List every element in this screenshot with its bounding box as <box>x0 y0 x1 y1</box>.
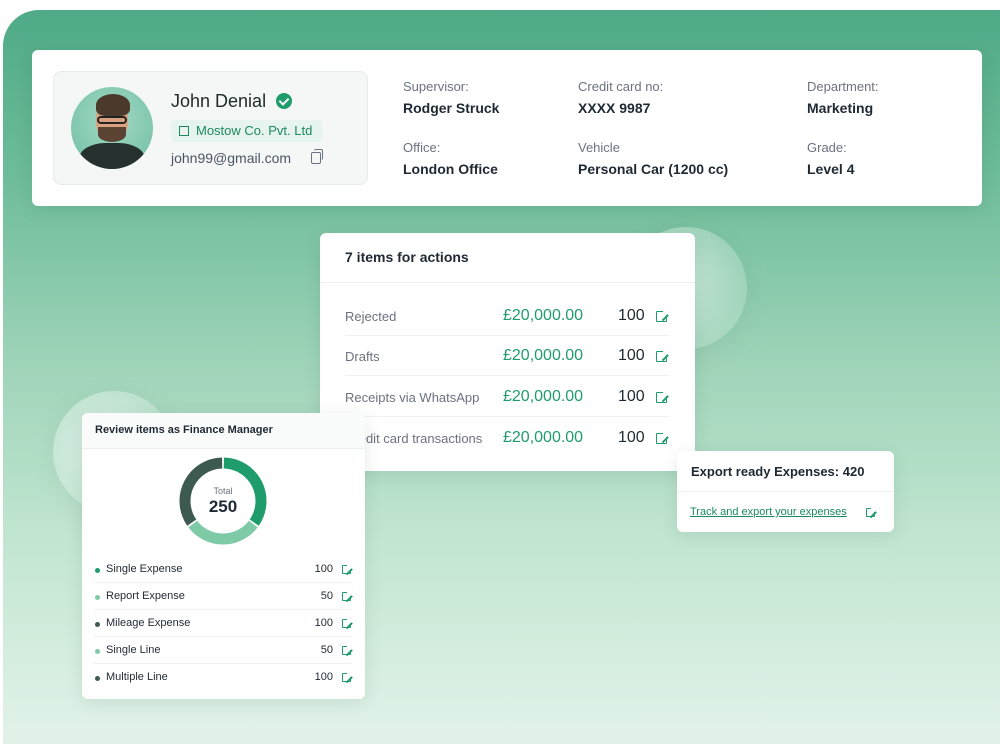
legend-dot <box>95 676 100 681</box>
user-name: John Denial <box>171 91 267 111</box>
external-link-icon[interactable] <box>342 617 353 628</box>
action-row-credit-card[interactable]: Credit card transactions £20,000.00 100 <box>345 418 669 458</box>
user-email: john99@gmail.com <box>171 150 292 166</box>
supervisor-field: Supervisor: Rodger Struck <box>403 79 499 116</box>
divider <box>677 491 894 492</box>
building-icon <box>179 126 189 136</box>
review-title: Review items as Finance Manager <box>82 413 365 449</box>
review-count: 100 <box>314 563 333 575</box>
field-value: Marketing <box>807 100 874 116</box>
avatar <box>71 87 153 169</box>
review-card: Review items as Finance Manager Total 25… <box>82 413 365 699</box>
action-amount: £20,000.00 <box>503 429 584 446</box>
external-link-icon[interactable] <box>342 590 353 601</box>
review-count: 50 <box>320 590 333 602</box>
action-count: 100 <box>618 429 645 446</box>
donut-segment-1 <box>188 520 258 545</box>
review-row-mileage-expense[interactable]: Mileage Expense 100 <box>94 610 353 637</box>
action-label: Receipts via WhatsApp <box>345 390 480 405</box>
field-label: Grade: <box>807 140 847 155</box>
legend-dot <box>95 595 100 600</box>
company-badge: Mostow Co. Pvt. Ltd <box>171 120 323 142</box>
external-link-icon[interactable] <box>656 349 669 362</box>
verified-badge-icon <box>276 93 292 109</box>
donut-total-value: 250 <box>208 497 238 516</box>
external-link-icon[interactable] <box>656 431 669 444</box>
donut-total-label: Total <box>213 486 233 496</box>
copy-icon[interactable] <box>311 149 323 164</box>
legend-dot <box>95 622 100 627</box>
review-label: Single Expense <box>106 563 183 575</box>
review-row-single-expense[interactable]: Single Expense 100 <box>94 556 353 583</box>
profile-card: John Denial Mostow Co. Pvt. Ltd john99@g… <box>32 50 982 206</box>
field-label: Credit card no: <box>578 79 664 94</box>
export-card: Export ready Expenses: 420 Track and exp… <box>677 451 894 532</box>
credit-card-field: Credit card no: XXXX 9987 <box>578 79 663 116</box>
department-field: Department: Marketing <box>807 79 879 116</box>
field-value: Personal Car (1200 cc) <box>578 161 729 177</box>
action-label: Drafts <box>345 349 380 364</box>
review-row-single-line[interactable]: Single Line 50 <box>94 637 353 664</box>
action-row-rejected[interactable]: Rejected £20,000.00 100 <box>345 296 669 336</box>
identity-panel: John Denial Mostow Co. Pvt. Ltd john99@g… <box>53 71 368 185</box>
action-amount: £20,000.00 <box>503 307 584 324</box>
review-label: Report Expense <box>106 590 185 602</box>
action-count: 100 <box>618 347 645 364</box>
actions-title: 7 items for actions <box>320 233 695 283</box>
field-value: Level 4 <box>807 161 855 177</box>
action-label: Rejected <box>345 309 397 324</box>
action-count: 100 <box>618 307 645 324</box>
action-row-receipts-whatsapp[interactable]: Receipts via WhatsApp £20,000.00 100 <box>345 377 669 417</box>
review-label: Multiple Line <box>106 671 168 683</box>
external-link-icon[interactable] <box>656 309 669 322</box>
external-link-icon[interactable] <box>342 671 353 682</box>
field-label: Vehicle <box>578 140 620 155</box>
grade-field: Grade: Level 4 <box>807 140 854 177</box>
review-count: 50 <box>320 644 333 656</box>
field-value: Rodger Struck <box>403 100 500 116</box>
external-link-icon[interactable] <box>656 390 669 403</box>
review-label: Mileage Expense <box>106 617 191 629</box>
action-count: 100 <box>618 388 645 405</box>
field-label: Office: <box>403 140 441 155</box>
track-export-link[interactable]: Track and export your expenses <box>690 506 847 518</box>
action-amount: £20,000.00 <box>503 347 584 364</box>
external-link-icon[interactable] <box>342 563 353 574</box>
external-link-icon[interactable] <box>866 506 877 517</box>
action-label: Credit card transactions <box>345 431 483 446</box>
office-field: Office: London Office <box>403 140 498 177</box>
field-label: Department: <box>807 79 879 94</box>
review-row-multiple-line[interactable]: Multiple Line 100 <box>94 664 353 691</box>
external-link-icon[interactable] <box>342 644 353 655</box>
action-amount: £20,000.00 <box>503 388 584 405</box>
legend-dot <box>95 649 100 654</box>
review-count: 100 <box>314 671 333 683</box>
action-row-drafts[interactable]: Drafts £20,000.00 100 <box>345 336 669 376</box>
field-label: Supervisor: <box>403 79 469 94</box>
legend-dot <box>95 568 100 573</box>
review-row-report-expense[interactable]: Report Expense 50 <box>94 583 353 610</box>
field-value: London Office <box>403 161 498 177</box>
field-value: XXXX 9987 <box>578 100 651 116</box>
company-name: Mostow Co. Pvt. Ltd <box>196 123 313 138</box>
review-label: Single Line <box>106 644 161 656</box>
vehicle-field: Vehicle Personal Car (1200 cc) <box>578 140 728 177</box>
review-count: 100 <box>314 617 333 629</box>
actions-card: 7 items for actions Rejected £20,000.00 … <box>320 233 695 471</box>
export-title: Export ready Expenses: 420 <box>691 464 865 479</box>
